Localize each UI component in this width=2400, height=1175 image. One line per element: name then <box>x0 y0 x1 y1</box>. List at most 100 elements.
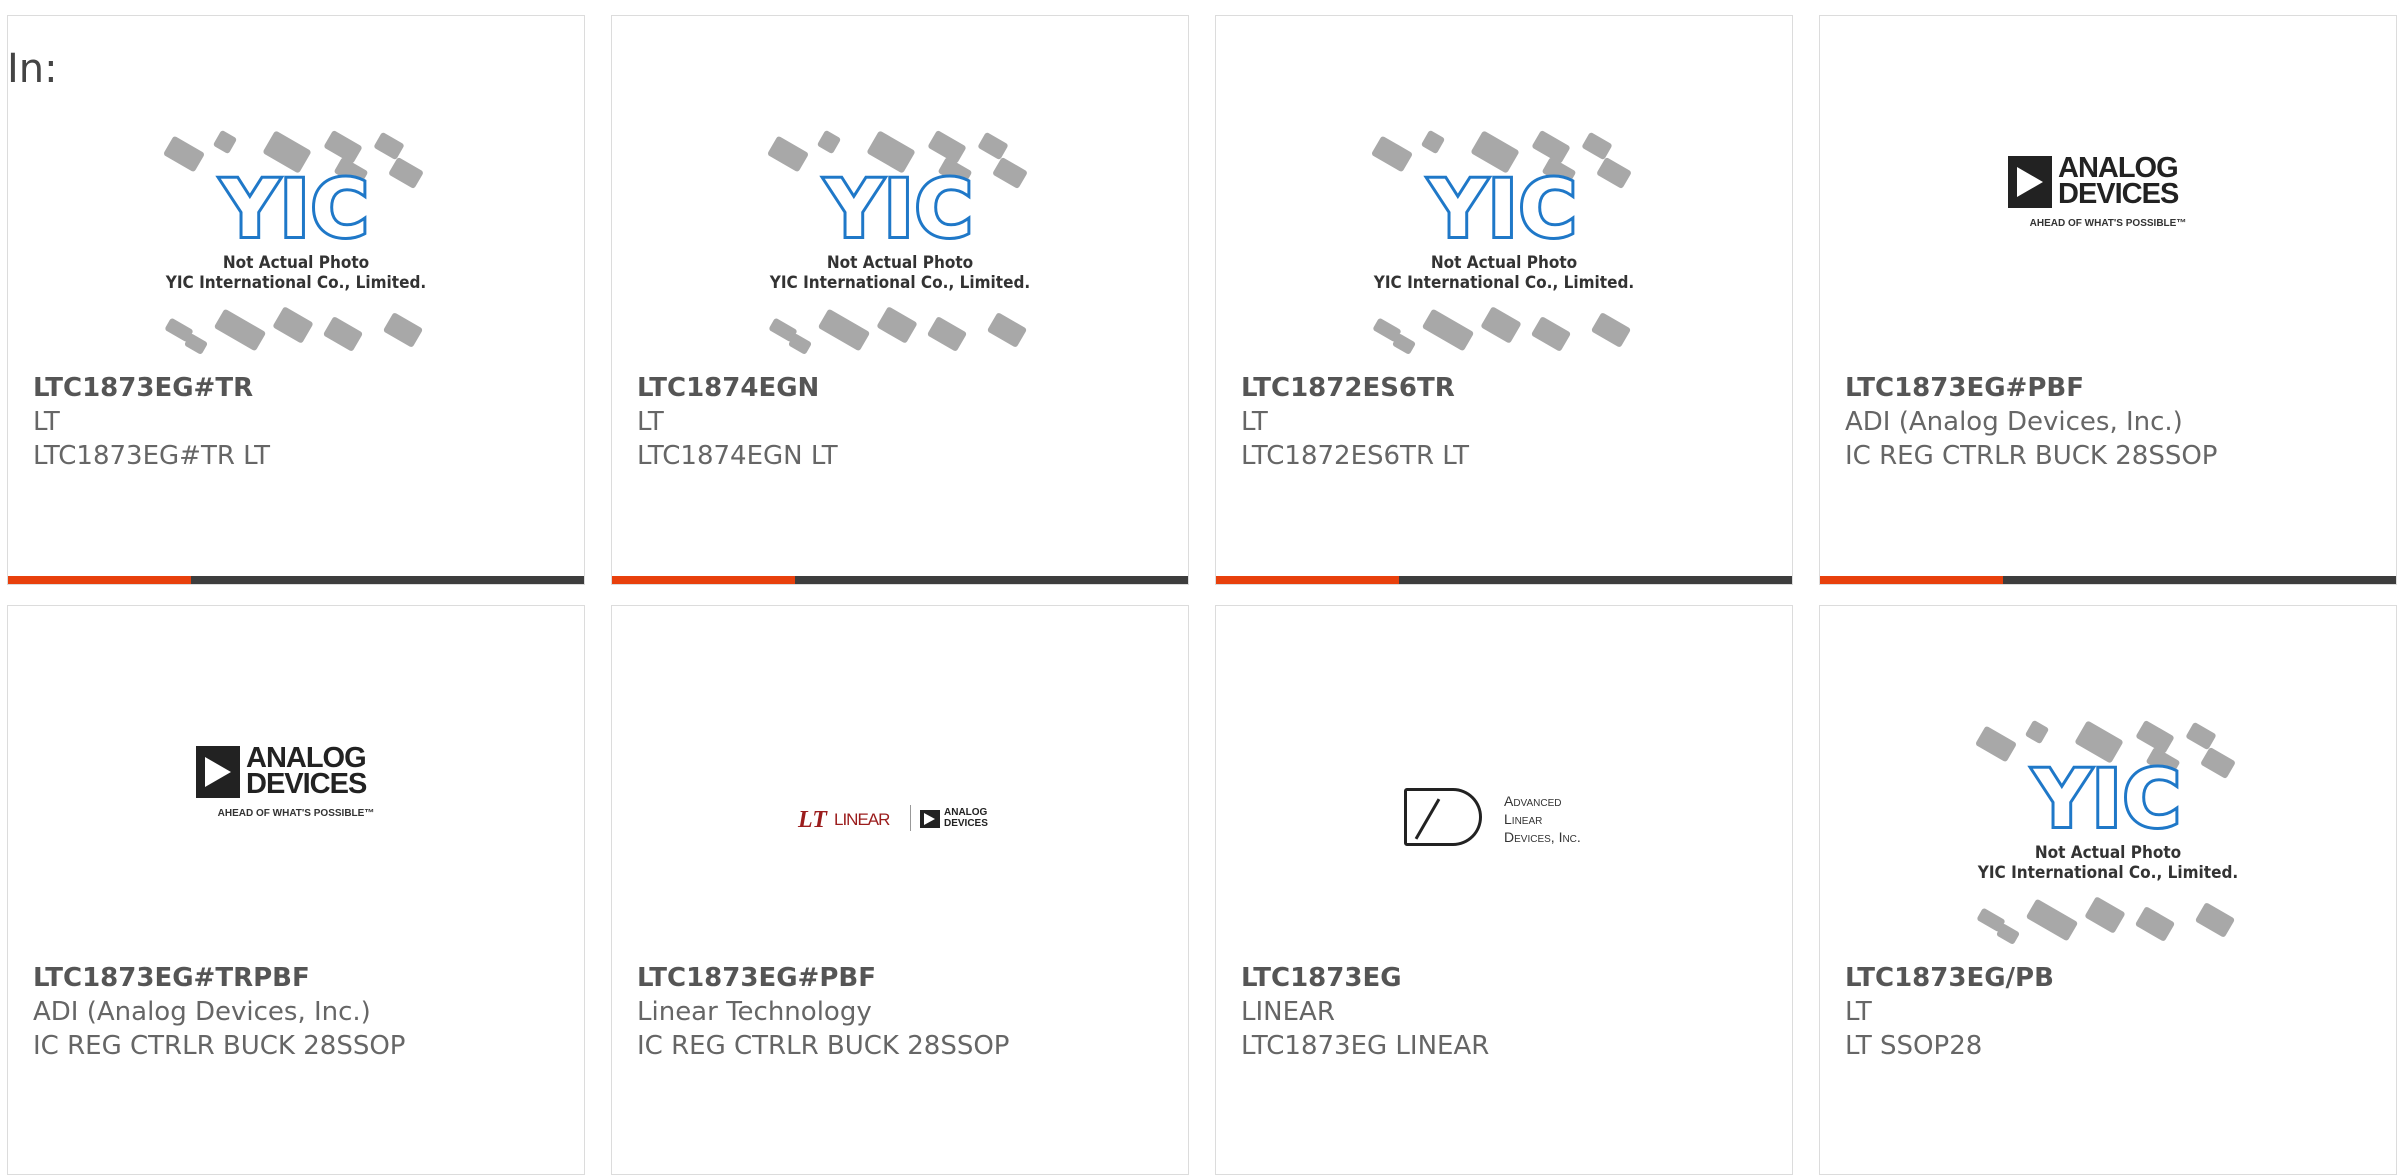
product-card[interactable]: YIC Not Actual Photo YIC International Co.… <box>1819 605 2397 1175</box>
chip-shape <box>876 306 918 344</box>
logo-line2: DEVICES <box>2058 178 2179 210</box>
product-grid: YIC Not Actual Photo YIC International Co.… <box>0 0 2400 1175</box>
play-triangle-icon <box>2008 156 2052 208</box>
linear-word: LINEAR <box>834 810 890 829</box>
manufacturer: ADI (Analog Devices, Inc.) <box>33 997 371 1027</box>
product-card[interactable]: YIC Not Actual Photo YIC International Co.… <box>1215 15 1793 585</box>
chip-shape <box>382 311 424 349</box>
card-footer-bar <box>1216 576 1792 584</box>
play-triangle-icon <box>920 810 940 828</box>
chip-shape <box>212 129 238 155</box>
card-footer-bar <box>1820 576 2396 584</box>
card-footer-bar <box>8 576 584 584</box>
part-number[interactable]: LTC1872ES6TR <box>1241 371 1782 405</box>
product-image[interactable]: ANALOG DEVICES AHEAD OF WHAT'S POSSIBLE™ <box>8 651 584 951</box>
product-info: LTC1873EG#TRPBF ADI (Analog Devices, Inc.… <box>33 961 574 1063</box>
placeholder-company: YIC International Co., Limited. <box>1373 273 1635 293</box>
yic-logo: YIC <box>823 162 976 258</box>
description: LT SSOP28 <box>1845 1031 1983 1061</box>
part-number[interactable]: LTC1873EG#TR <box>33 371 574 405</box>
description: LTC1874EGN LT <box>637 441 838 471</box>
chip-shape <box>926 315 968 353</box>
placeholder-caption: Not Actual Photo <box>1430 253 1578 273</box>
part-number[interactable]: LTC1873EG#PBF <box>1845 371 2386 405</box>
chip-shape <box>2084 896 2126 934</box>
description: LTC1872ES6TR LT <box>1241 441 1470 471</box>
chip-shape <box>2185 721 2217 751</box>
chip-shape <box>322 315 364 353</box>
card-accent <box>1820 576 2003 584</box>
product-info: LTC1873EG LINEAR LTC1873EG LINEAR <box>1241 961 1782 1063</box>
product-image[interactable]: Advanced Linear Devices, Inc. <box>1216 651 1792 951</box>
product-card[interactable]: Advanced Linear Devices, Inc. LTC1873EG LINE… <box>1215 605 1793 1175</box>
product-card[interactable]: ANALOG DEVICES AHEAD OF WHAT'S POSSIBLE™ LT… <box>1819 15 2397 585</box>
product-info: LTC1872ES6TR LT LTC1872ES6TR LT <box>1241 371 1782 473</box>
product-card[interactable]: YIC Not Actual Photo YIC International Co.… <box>611 15 1189 585</box>
product-info: LTC1873EG#PBF ADI (Analog Devices, Inc.) I… <box>1845 371 2386 473</box>
manufacturer: Linear Technology <box>637 997 872 1027</box>
part-number[interactable]: LTC1873EG <box>1241 961 1782 995</box>
chip-shape <box>1480 306 1522 344</box>
description: IC REG CTRLR BUCK 28SSOP <box>33 1031 406 1061</box>
placeholder-company: YIC International Co., Limited. <box>165 273 427 293</box>
chip-shape <box>817 308 871 352</box>
logo-tagline: AHEAD OF WHAT'S POSSIBLE™ <box>2029 218 2187 229</box>
chip-shape <box>272 306 314 344</box>
product-image[interactable]: YIC Not Actual Photo YIC International Co.… <box>1820 651 2396 951</box>
chip-shape <box>1995 922 2021 946</box>
chip-shape <box>373 131 405 161</box>
card-footer-bar <box>612 576 1188 584</box>
placeholder-caption: Not Actual Photo <box>826 253 974 273</box>
product-card[interactable]: LT LINEAR ANALOG DEVICES LTC1873EG#PBF Linear… <box>611 605 1189 1175</box>
product-card[interactable]: ANALOG DEVICES AHEAD OF WHAT'S POSSIBLE™ LT… <box>7 605 585 1175</box>
card-accent <box>612 576 795 584</box>
manufacturer: LT <box>1241 407 1268 437</box>
placeholder-caption: Not Actual Photo <box>222 253 370 273</box>
part-number[interactable]: LTC1873EG/PB <box>1845 961 2386 995</box>
yic-logo: YIC <box>219 162 372 258</box>
manufacturer: LT <box>1845 997 1872 1027</box>
product-info: LTC1874EGN LT LTC1874EGN LT <box>637 371 1178 473</box>
chip-shape <box>1590 311 1632 349</box>
chip-shape <box>977 131 1009 161</box>
description: IC REG CTRLR BUCK 28SSOP <box>637 1031 1010 1061</box>
lt-mark: LT <box>798 807 827 833</box>
linear-technology-logo: LT LINEAR ANALOG DEVICES <box>798 803 1002 833</box>
placeholder-image: YIC Not Actual Photo YIC International Co.… <box>146 123 446 383</box>
chip-shape <box>787 332 813 356</box>
description: IC REG CTRLR BUCK 28SSOP <box>1845 441 2218 471</box>
chip-shape <box>1391 332 1417 356</box>
chip-shape <box>2194 901 2236 939</box>
product-info: LTC1873EG#PBF Linear Technology IC REG CTR… <box>637 961 1178 1063</box>
product-image[interactable]: YIC Not Actual Photo YIC International Co.… <box>1216 61 1792 361</box>
chip-shape <box>213 308 267 352</box>
chip-shape <box>2134 905 2176 943</box>
chip-shape <box>816 129 842 155</box>
product-image[interactable]: YIC Not Actual Photo YIC International Co.… <box>8 61 584 361</box>
part-number[interactable]: LTC1873EG#TRPBF <box>33 961 574 995</box>
product-info: LTC1873EG#TR LT LTC1873EG#TR LT <box>33 371 574 473</box>
placeholder-caption: Not Actual Photo <box>2034 843 2182 863</box>
part-number[interactable]: LTC1873EG#PBF <box>637 961 1178 995</box>
chip-shape <box>1530 315 1572 353</box>
card-accent <box>1216 576 1399 584</box>
logo-tagline: AHEAD OF WHAT'S POSSIBLE™ <box>217 808 375 819</box>
manufacturer: ADI (Analog Devices, Inc.) <box>1845 407 2183 437</box>
product-image[interactable]: YIC Not Actual Photo YIC International Co.… <box>612 61 1188 361</box>
chip-shape <box>1420 129 1446 155</box>
chip-shape <box>986 311 1028 349</box>
manufacturer: LT <box>637 407 664 437</box>
description: LTC1873EG#TR LT <box>33 441 270 471</box>
ald-wordmark: Advanced Linear Devices, Inc. <box>1504 793 1581 845</box>
placeholder-company: YIC International Co., Limited. <box>1977 863 2239 883</box>
chip-shape <box>2025 898 2079 942</box>
card-accent <box>8 576 191 584</box>
description: LTC1873EG LINEAR <box>1241 1031 1490 1061</box>
chip-shape <box>1581 131 1613 161</box>
placeholder-image: YIC Not Actual Photo YIC International Co.… <box>1958 713 2258 973</box>
product-image[interactable]: ANALOG DEVICES AHEAD OF WHAT'S POSSIBLE™ <box>1820 61 2396 361</box>
part-number[interactable]: LTC1874EGN <box>637 371 1178 405</box>
product-image[interactable]: LT LINEAR ANALOG DEVICES <box>612 651 1188 951</box>
placeholder-company: YIC International Co., Limited. <box>769 273 1031 293</box>
product-card[interactable]: YIC Not Actual Photo YIC International Co.… <box>7 15 585 585</box>
